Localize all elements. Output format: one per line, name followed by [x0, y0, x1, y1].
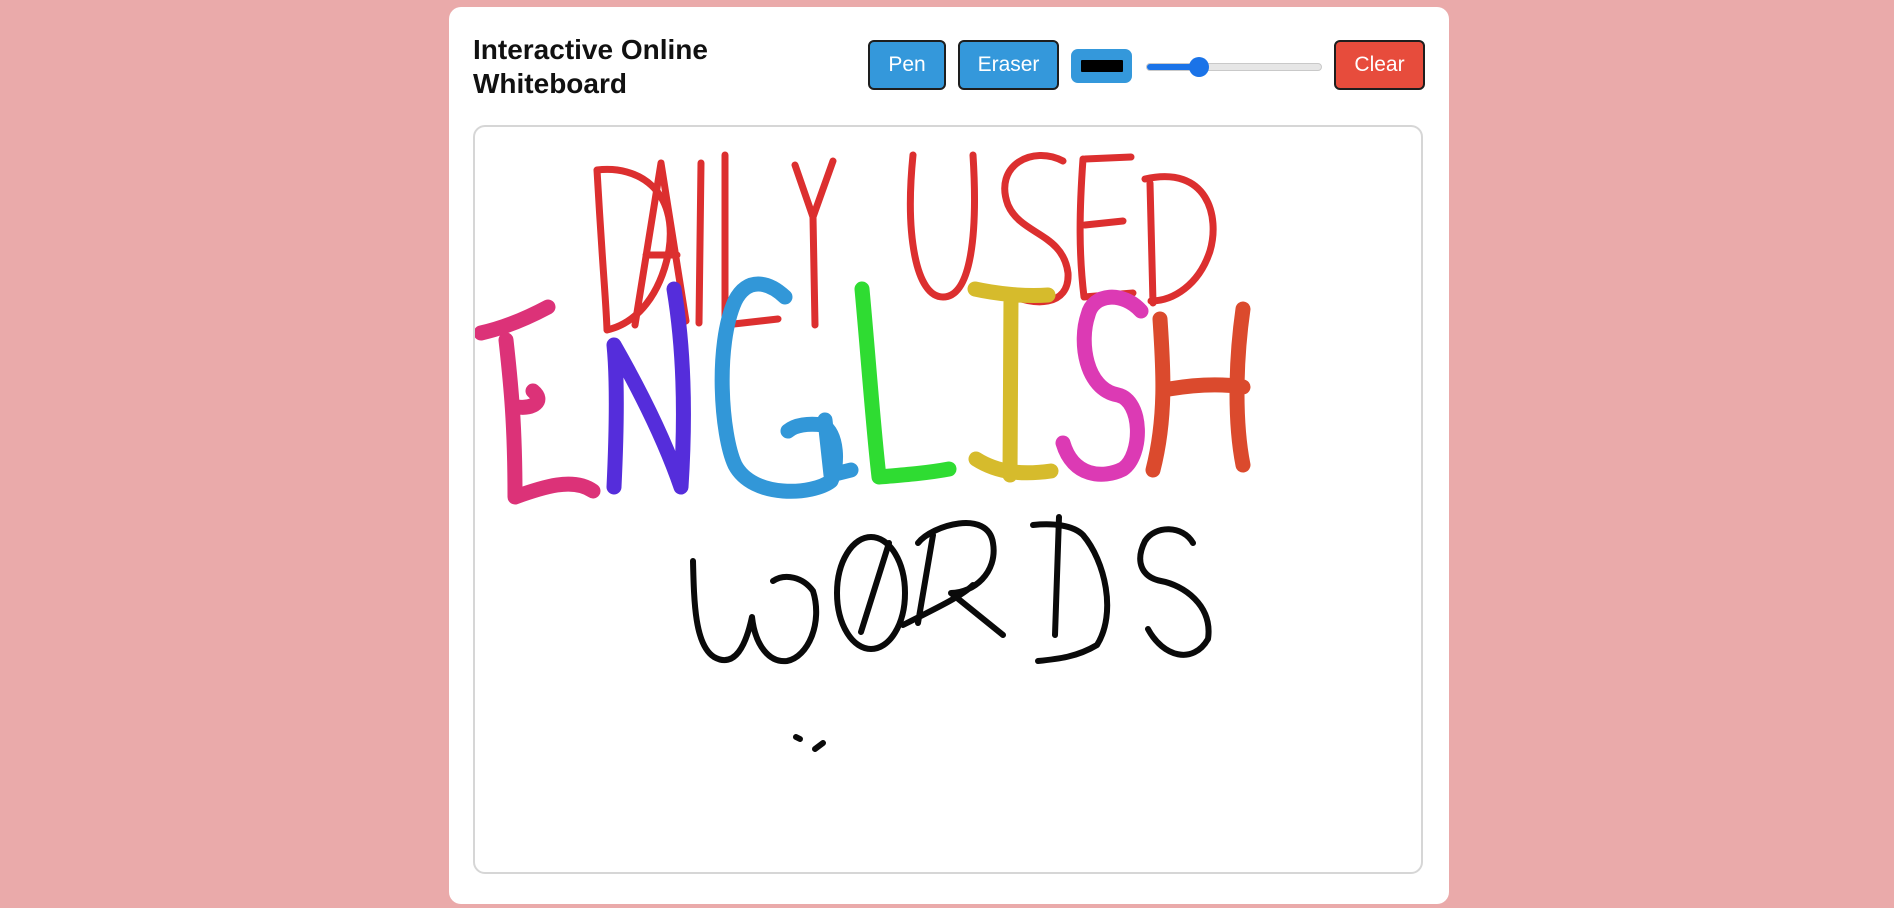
letter-D3 — [1030, 514, 1111, 664]
letter-N-big — [606, 281, 691, 495]
letter-D2 — [1141, 173, 1217, 307]
clear-button[interactable]: Clear — [1334, 40, 1425, 90]
brush-size-slider[interactable] — [1146, 56, 1322, 78]
scribble-mark — [793, 734, 803, 742]
letter-U — [906, 151, 978, 301]
letter-L-big — [854, 281, 957, 485]
slider-track — [1146, 63, 1322, 71]
color-picker[interactable] — [1071, 49, 1132, 83]
drawing-english — [475, 276, 1251, 505]
letter-S-big — [1055, 289, 1149, 482]
scribble-mark-2 — [812, 740, 826, 752]
letter-E-big — [475, 299, 601, 505]
letter-S — [1001, 152, 1072, 306]
letter-O-slash — [858, 540, 892, 635]
color-swatch — [1080, 60, 1123, 72]
letter-I — [695, 159, 705, 327]
drawing-words — [690, 514, 1212, 752]
letter-R — [900, 520, 1006, 638]
letter-E — [1076, 153, 1137, 301]
letter-S2 — [1137, 526, 1212, 658]
canvas-drawing — [475, 151, 1251, 752]
eraser-button[interactable]: Eraser — [958, 40, 1059, 90]
slider-thumb[interactable] — [1188, 57, 1209, 77]
letter-Y — [791, 157, 837, 329]
letter-I-big — [967, 281, 1059, 483]
letter-W — [690, 558, 820, 665]
pen-button[interactable]: Pen — [868, 40, 946, 90]
letter-G-big — [714, 276, 859, 499]
whiteboard-app: Interactive Online Whiteboard Pen Eraser… — [449, 7, 1449, 904]
app-title: Interactive Online Whiteboard — [473, 34, 708, 99]
drawing-canvas[interactable] — [473, 125, 1423, 874]
letter-H-big — [1145, 301, 1251, 478]
